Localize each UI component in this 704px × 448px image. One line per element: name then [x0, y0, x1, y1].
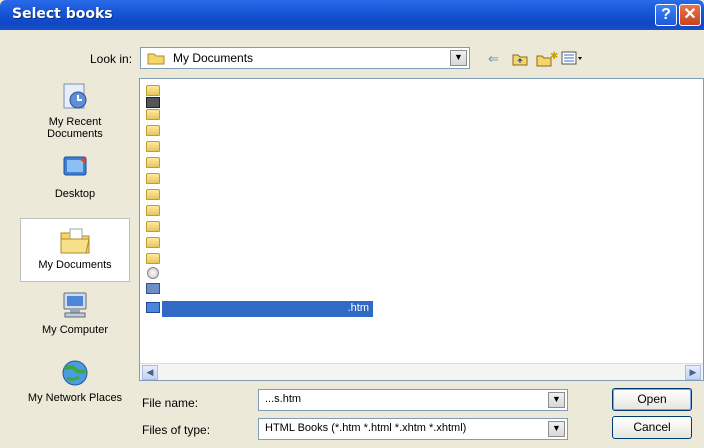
- html-file-icon[interactable]: [146, 302, 160, 313]
- place-my-recent-documents[interactable]: My Recent Documents: [20, 82, 130, 152]
- cancel-button[interactable]: Cancel: [612, 416, 692, 439]
- back-arrow-icon[interactable]: ⇐: [488, 51, 499, 67]
- svg-text:✱: ✱: [550, 51, 558, 62]
- selected-file-item[interactable]: .htm: [162, 301, 373, 317]
- place-desktop[interactable]: Desktop: [20, 154, 130, 210]
- file-list[interactable]: .htm ◀ ▶: [139, 78, 704, 381]
- folder-icon[interactable]: [146, 173, 160, 184]
- scroll-left-icon[interactable]: ◀: [142, 365, 158, 380]
- scroll-right-icon[interactable]: ▶: [685, 365, 701, 380]
- cd-icon[interactable]: [147, 267, 159, 279]
- place-label: My Documents: [38, 259, 112, 271]
- file-name-label: File name:: [142, 396, 199, 410]
- file-type-label: Files of type:: [142, 423, 211, 437]
- help-button[interactable]: ?: [655, 4, 677, 26]
- folder-icon[interactable]: [146, 253, 160, 264]
- folder-icon[interactable]: [146, 157, 160, 168]
- folder-icon[interactable]: [146, 221, 160, 232]
- file-name-value: ...s.htm: [265, 393, 302, 405]
- place-label: My Network Places: [27, 392, 123, 404]
- place-label: My Computer: [41, 324, 109, 336]
- places-bar: My Recent Documents Desktop My Documents…: [20, 78, 130, 435]
- folder-icon[interactable]: [146, 141, 160, 152]
- chevron-down-icon[interactable]: ▼: [548, 392, 565, 408]
- close-button[interactable]: ✕: [679, 4, 701, 26]
- new-folder-icon[interactable]: ✱: [536, 51, 558, 67]
- selected-file-name: .htm: [347, 302, 369, 314]
- folder-icon: [147, 53, 165, 65]
- folder-icon[interactable]: [146, 189, 160, 200]
- up-folder-icon[interactable]: [512, 51, 528, 67]
- html-file-icon[interactable]: [146, 283, 160, 294]
- folder-icon[interactable]: [146, 205, 160, 216]
- title-bar[interactable]: Select books ? ✕: [0, 0, 704, 30]
- views-menu-icon[interactable]: [561, 51, 583, 67]
- my-documents-icon: [60, 228, 90, 254]
- my-computer-icon: [63, 292, 87, 318]
- place-my-documents[interactable]: My Documents: [20, 218, 130, 282]
- desktop-icon: [63, 156, 87, 176]
- place-label: My Recent Documents: [47, 116, 103, 140]
- folder-icon[interactable]: [146, 97, 160, 108]
- look-in-dropdown[interactable]: My Documents ▼: [140, 47, 470, 69]
- chevron-down-icon[interactable]: ▼: [548, 421, 565, 437]
- look-in-value: My Documents: [173, 51, 254, 65]
- window-title: Select books: [12, 6, 113, 22]
- horizontal-scrollbar[interactable]: ◀ ▶: [140, 363, 703, 380]
- network-places-icon: [62, 360, 88, 386]
- file-name-field[interactable]: ...s.htm ▼: [258, 389, 568, 411]
- file-type-value: HTML Books (*.htm *.html *.xhtm *.xhtml): [265, 422, 467, 434]
- folder-icon[interactable]: [146, 125, 160, 136]
- folder-icon[interactable]: [146, 109, 160, 120]
- place-label: Desktop: [54, 188, 96, 200]
- folder-icon[interactable]: [146, 85, 160, 96]
- place-my-network-places[interactable]: My Network Places: [20, 358, 130, 422]
- chevron-down-icon[interactable]: ▼: [450, 50, 467, 66]
- folder-icon[interactable]: [146, 237, 160, 248]
- open-button[interactable]: Open: [612, 388, 692, 411]
- look-in-label: Look in:: [90, 52, 133, 66]
- place-my-computer[interactable]: My Computer: [20, 290, 130, 350]
- recent-documents-icon: [63, 83, 87, 109]
- file-type-select[interactable]: HTML Books (*.htm *.html *.xhtm *.xhtml)…: [258, 418, 568, 440]
